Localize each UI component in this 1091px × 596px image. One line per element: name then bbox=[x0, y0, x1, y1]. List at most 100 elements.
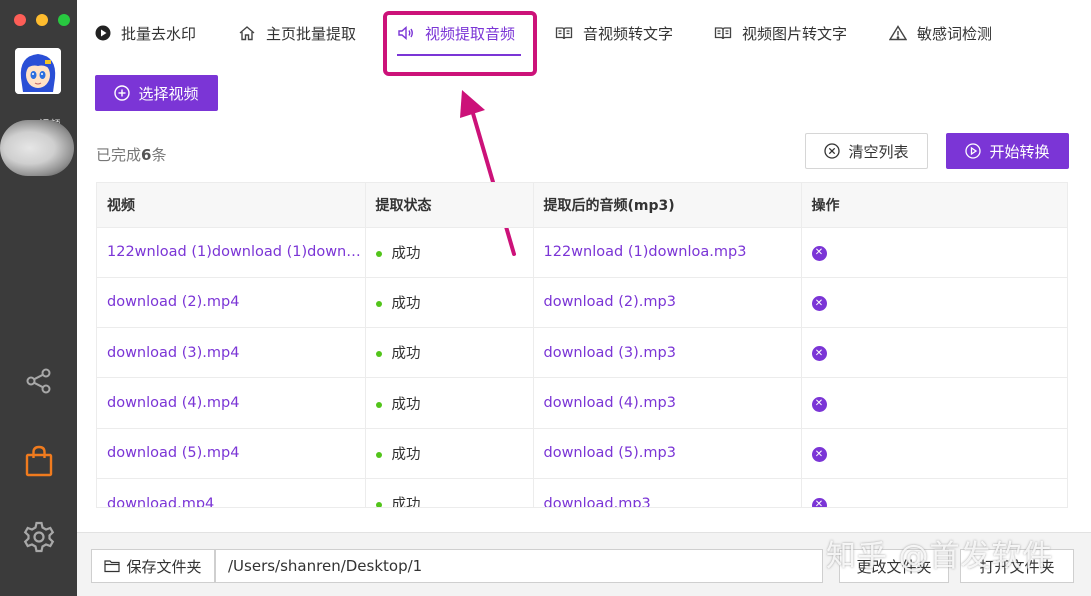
tab-audio-video-to-text[interactable]: 音视频转文字 bbox=[555, 0, 673, 66]
status-cell: 成功 bbox=[365, 276, 534, 328]
tab-label: 视频提取音频 bbox=[425, 24, 516, 43]
tab-label: 敏感词检测 bbox=[917, 24, 993, 43]
book-icon bbox=[714, 25, 732, 41]
actions-cell: ✕ bbox=[801, 226, 1067, 278]
column-header-video: 视频 bbox=[97, 183, 366, 227]
tab-video-extract-audio[interactable]: 视频提取音频 bbox=[397, 0, 515, 66]
tab-video-image-to-text[interactable]: 视频图片转文字 bbox=[714, 0, 847, 66]
table-row: download (2).mp4 成功 download (2).mp3 ✕ bbox=[97, 276, 1067, 328]
active-tab-underline bbox=[397, 54, 521, 56]
window-close-button[interactable] bbox=[14, 14, 26, 26]
audio-file-link[interactable]: download (2).mp3 bbox=[533, 276, 802, 328]
status-text: 成功 bbox=[391, 446, 421, 463]
status-text: 成功 bbox=[391, 346, 421, 363]
status-cell: 成功 bbox=[365, 427, 534, 479]
table-row: download (3).mp4 成功 download (3).mp3 ✕ bbox=[97, 327, 1067, 378]
status-cell: 成功 bbox=[365, 327, 534, 378]
success-dot bbox=[375, 401, 382, 408]
gear-icon[interactable] bbox=[20, 518, 58, 556]
status-text: 成功 bbox=[391, 295, 421, 312]
change-folder-button[interactable]: 更改文件夹 bbox=[839, 549, 949, 583]
open-folder-button[interactable]: 打开文件夹 bbox=[960, 549, 1074, 583]
video-file-link[interactable]: download (5).mp4 bbox=[97, 427, 366, 479]
success-dot bbox=[375, 451, 382, 458]
done-count-text: 已完成6条 bbox=[96, 144, 166, 165]
warning-icon bbox=[889, 25, 907, 41]
tab-label: 主页批量提取 bbox=[266, 24, 357, 43]
status-text: 成功 bbox=[391, 245, 421, 262]
bag-icon[interactable] bbox=[20, 442, 58, 480]
video-file-link[interactable]: download (2).mp4 bbox=[97, 276, 366, 328]
book-icon bbox=[555, 25, 573, 41]
play-circle-outline-icon bbox=[965, 143, 982, 159]
blurred-username-overlay bbox=[0, 120, 74, 176]
save-path-input[interactable]: /Users/shanren/Desktop/1 bbox=[215, 549, 823, 583]
start-convert-button[interactable]: 开始转换 bbox=[946, 133, 1069, 169]
table-row: 122wnload (1)download (1)download (1).mp… bbox=[97, 226, 1067, 278]
audio-file-link[interactable]: download (5).mp3 bbox=[533, 427, 802, 479]
tab-bar: 批量去水印 主页批量提取 视频提取音频 音视频转文字 视频图片转文字 敏感词检测 bbox=[77, 0, 1091, 66]
table-row: download (5).mp4 成功 download (5).mp3 ✕ bbox=[97, 427, 1067, 479]
success-dot bbox=[375, 502, 382, 507]
status-text: 成功 bbox=[391, 497, 421, 508]
success-dot bbox=[375, 351, 382, 358]
video-file-link[interactable]: 122wnload (1)download (1)download (1).mp… bbox=[97, 226, 366, 278]
column-header-actions: 操作 bbox=[801, 183, 1067, 227]
done-count: 6 bbox=[141, 146, 152, 164]
folder-icon bbox=[104, 559, 121, 573]
actions-cell: ✕ bbox=[801, 427, 1067, 479]
home-icon bbox=[238, 25, 256, 41]
actions-cell: ✕ bbox=[801, 327, 1067, 378]
video-file-link[interactable]: download (4).mp4 bbox=[97, 377, 366, 429]
status-cell: 成功 bbox=[365, 226, 534, 278]
play-circle-icon bbox=[95, 25, 111, 41]
remove-icon[interactable]: ✕ bbox=[811, 346, 827, 362]
done-prefix: 已完成 bbox=[96, 146, 142, 164]
column-header-audio: 提取后的音频(mp3) bbox=[533, 183, 802, 227]
save-folder-button[interactable]: 保存文件夹 bbox=[91, 549, 215, 583]
clear-list-button[interactable]: 清空列表 bbox=[805, 133, 928, 169]
video-file-link[interactable]: download.mp4 bbox=[97, 477, 366, 507]
audio-file-link[interactable]: download (4).mp3 bbox=[533, 377, 802, 429]
column-header-status: 提取状态 bbox=[365, 183, 534, 227]
status-cell: 成功 bbox=[365, 477, 534, 508]
window-zoom-button[interactable] bbox=[58, 14, 70, 26]
remove-icon[interactable]: ✕ bbox=[811, 447, 827, 463]
remove-icon[interactable]: ✕ bbox=[811, 396, 827, 412]
tab-label: 音视频转文字 bbox=[583, 24, 674, 43]
actions-cell: ✕ bbox=[801, 276, 1067, 328]
avatar[interactable] bbox=[15, 48, 61, 94]
audio-file-link[interactable]: download (3).mp3 bbox=[533, 327, 802, 378]
tab-sensitive-word-detection[interactable]: 敏感词检测 bbox=[889, 0, 992, 66]
remove-icon[interactable]: ✕ bbox=[811, 497, 827, 507]
remove-icon[interactable]: ✕ bbox=[811, 245, 827, 261]
status-cell: 成功 bbox=[365, 377, 534, 429]
tab-batch-remove-watermark[interactable]: 批量去水印 bbox=[95, 0, 196, 66]
clear-list-label: 清空列表 bbox=[848, 143, 909, 161]
tab-label: 视频图片转文字 bbox=[742, 24, 848, 43]
actions-cell: ✕ bbox=[801, 377, 1067, 429]
table-row: download (4).mp4 成功 download (4).mp3 ✕ bbox=[97, 377, 1067, 429]
tab-label: 批量去水印 bbox=[121, 24, 197, 43]
footer-bar: 保存文件夹 /Users/shanren/Desktop/1 更改文件夹 打开文… bbox=[77, 532, 1091, 596]
tab-homepage-batch-extract[interactable]: 主页批量提取 bbox=[238, 0, 356, 66]
success-dot bbox=[375, 250, 382, 257]
status-text: 成功 bbox=[391, 396, 421, 413]
audio-file-link[interactable]: 122wnload (1)downloa.mp3 bbox=[533, 226, 802, 278]
video-file-link[interactable]: download (3).mp4 bbox=[97, 327, 366, 378]
share-icon[interactable] bbox=[20, 362, 58, 400]
window-minimize-button[interactable] bbox=[36, 14, 48, 26]
start-convert-label: 开始转换 bbox=[989, 143, 1050, 161]
select-video-button[interactable]: 选择视频 bbox=[95, 75, 218, 111]
done-suffix: 条 bbox=[151, 146, 167, 164]
remove-icon[interactable]: ✕ bbox=[811, 296, 827, 312]
plus-circle-icon bbox=[114, 85, 131, 101]
close-circle-icon bbox=[824, 143, 841, 159]
select-video-label: 选择视频 bbox=[138, 85, 199, 103]
sidebar: 一一视频 bbox=[0, 0, 77, 596]
table-row: download.mp4 成功 download.mp3 ✕ bbox=[97, 477, 1067, 508]
table-header-row: 视频 提取状态 提取后的音频(mp3) 操作 bbox=[97, 183, 1067, 227]
speaker-icon bbox=[397, 25, 415, 41]
save-folder-label: 保存文件夹 bbox=[126, 557, 202, 576]
audio-file-link[interactable]: download.mp3 bbox=[533, 477, 802, 507]
